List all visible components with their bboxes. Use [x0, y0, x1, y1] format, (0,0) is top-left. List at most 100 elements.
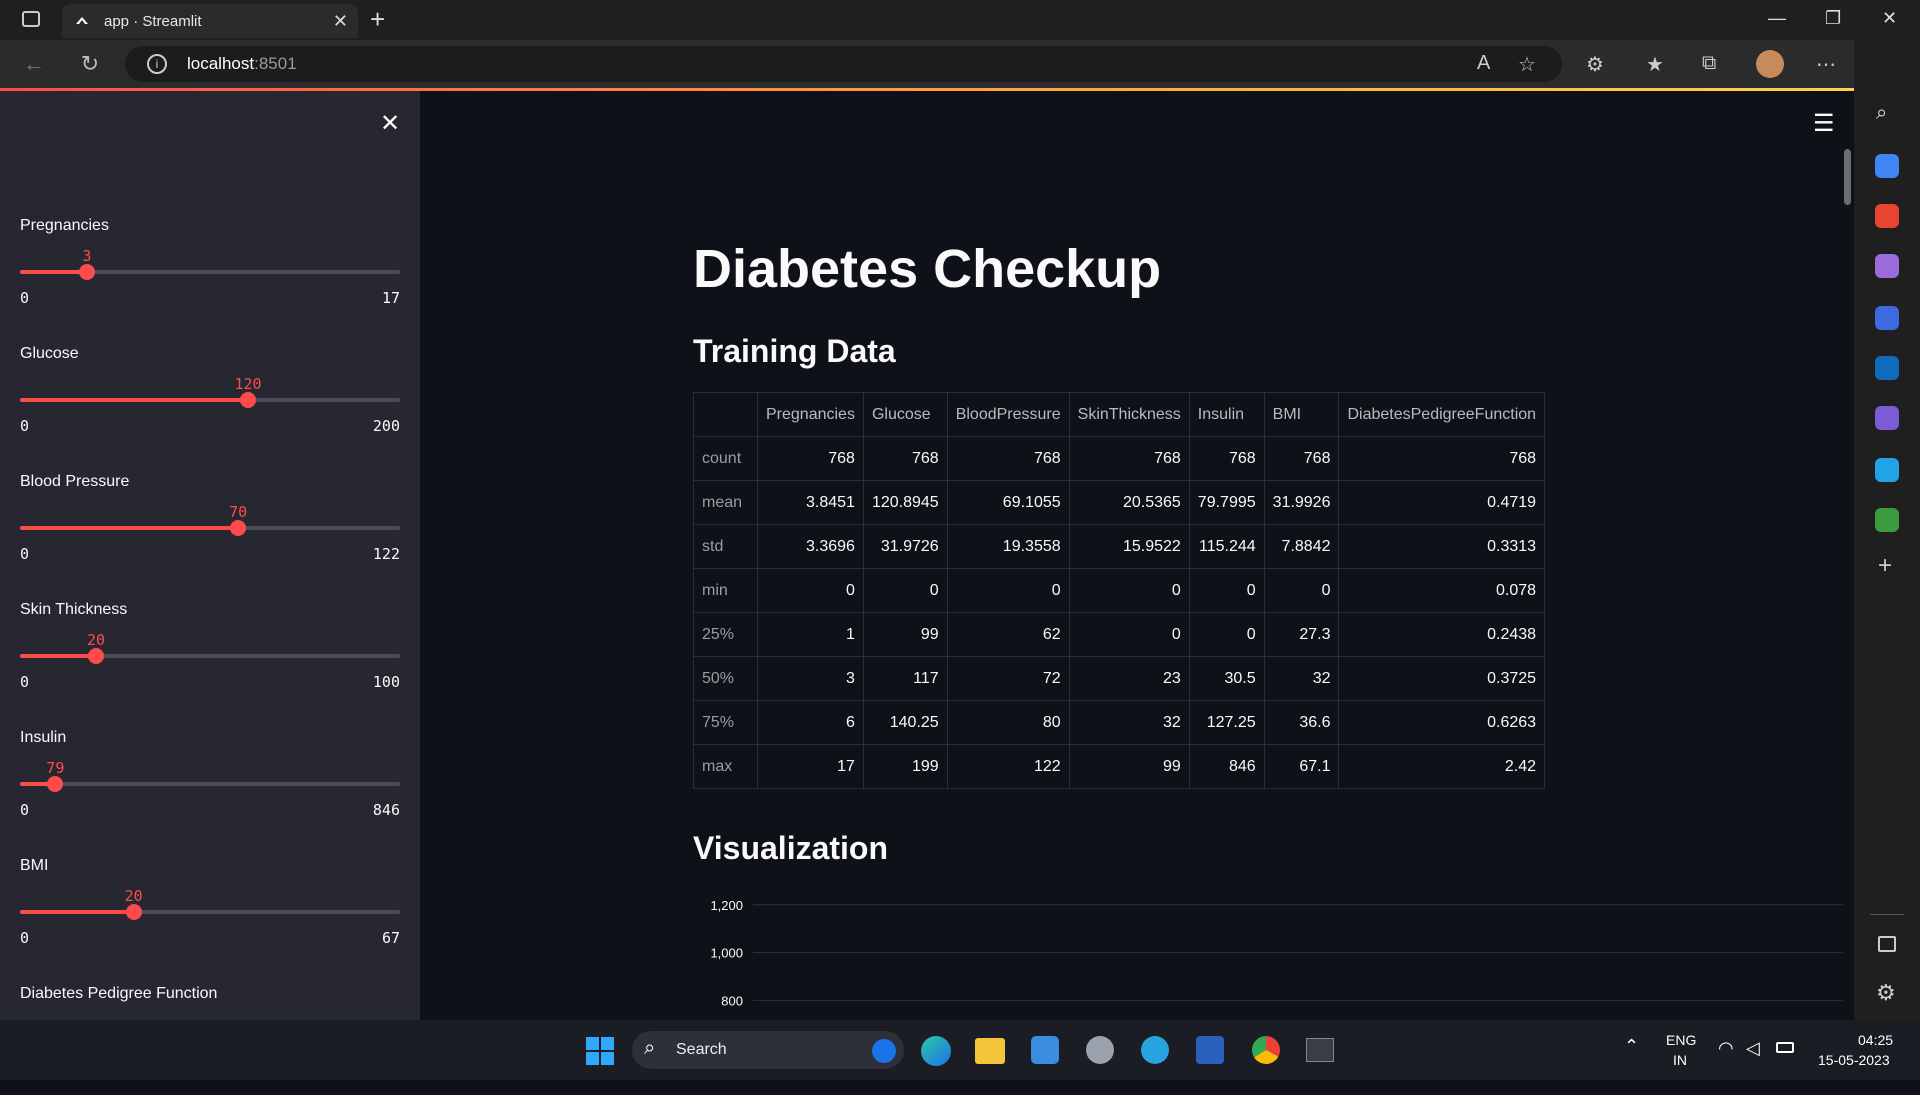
table-cell: 768 — [1068, 436, 1190, 481]
table-cell: 99 — [1068, 744, 1190, 789]
start-icon[interactable] — [586, 1037, 614, 1065]
slider-glucose[interactable]: Glucose 120 0 200 — [20, 345, 400, 455]
slider-skin-thickness[interactable]: Skin Thickness 20 0 100 — [20, 601, 400, 711]
site-info-icon[interactable]: i — [147, 54, 167, 74]
table-cell: 32 — [1263, 656, 1340, 701]
column-header[interactable]: DiabetesPedigreeFunction — [1338, 392, 1546, 437]
file-explorer-icon[interactable] — [975, 1038, 1005, 1064]
browser-tab[interactable]: app · Streamlit ✕ — [62, 4, 358, 38]
favorite-add-icon[interactable]: ☆ — [1518, 52, 1536, 77]
slider-bmi[interactable]: BMI 20 0 67 — [20, 857, 400, 967]
volume-icon[interactable]: ◁ — [1746, 1038, 1760, 1059]
slider-track[interactable] — [20, 648, 400, 664]
tab-close-icon[interactable]: ✕ — [333, 11, 348, 32]
store-icon[interactable] — [1031, 1036, 1059, 1064]
back-icon[interactable]: ← — [20, 50, 48, 78]
tree-icon[interactable] — [1875, 508, 1899, 532]
table-cell: 0.078 — [1338, 568, 1546, 613]
taskbar-search[interactable]: ⌕ Search — [632, 1031, 904, 1069]
slider-value: 120 — [234, 375, 262, 393]
table-cell: 67.1 — [1263, 744, 1340, 789]
row-index: 75% — [693, 700, 758, 745]
table-cell: 0.6263 — [1338, 700, 1546, 745]
profile-avatar[interactable] — [1756, 50, 1784, 78]
row-index: std — [693, 524, 758, 569]
close-window-icon[interactable]: ✕ — [1882, 8, 1897, 29]
slider-track[interactable] — [20, 776, 400, 792]
clock-date[interactable]: 15-05-2023 — [1818, 1052, 1890, 1068]
slider-thumb[interactable] — [88, 648, 104, 664]
slider-blood-pressure[interactable]: Blood Pressure 70 0 122 — [20, 473, 400, 583]
slider-insulin[interactable]: Insulin 79 0 846 — [20, 729, 400, 839]
slider-track[interactable] — [20, 520, 400, 536]
close-sidebar-icon[interactable]: ✕ — [380, 109, 400, 138]
favorites-icon[interactable]: ★ — [1646, 52, 1664, 77]
slider-track[interactable] — [20, 264, 400, 280]
wifi-icon[interactable]: ◠ — [1718, 1038, 1734, 1059]
more-menu-icon[interactable]: ⋯ — [1816, 52, 1836, 77]
column-header[interactable]: Glucose — [862, 392, 948, 437]
read-aloud-icon[interactable]: A — [1477, 52, 1490, 75]
slider-track[interactable] — [20, 392, 400, 408]
games-icon[interactable] — [1875, 254, 1899, 278]
designer-icon[interactable] — [1875, 406, 1899, 430]
slider-value: 20 — [124, 887, 143, 905]
streamlit-sidebar: ✕ Pregnancies 3 0 17 Glucose 120 0 200 Blood Pre… — [0, 91, 420, 1020]
slider-track[interactable] — [20, 904, 400, 920]
minimize-icon[interactable]: — — [1768, 8, 1786, 29]
slider-pregnancies[interactable]: Pregnancies 3 0 17 — [20, 217, 400, 327]
word-icon[interactable] — [1196, 1036, 1224, 1064]
settings-icon[interactable]: ⚙ — [1876, 980, 1896, 1006]
search-icon[interactable]: ⌕ — [1876, 102, 1887, 125]
hamburger-menu-icon[interactable]: ☰ — [1813, 109, 1835, 138]
shopping-icon[interactable] — [1875, 154, 1899, 178]
edge-app-icon[interactable] — [921, 1036, 951, 1066]
language-in[interactable]: IN — [1673, 1052, 1687, 1068]
add-sidebar-app-icon[interactable]: + — [1878, 552, 1892, 580]
settings-app-icon[interactable] — [1086, 1036, 1114, 1064]
collections-icon[interactable]: ⧉ — [1702, 52, 1716, 75]
column-header[interactable]: BloodPressure — [946, 392, 1070, 437]
column-header[interactable]: BMI — [1263, 392, 1340, 437]
slider-label: Diabetes Pedigree Function — [20, 985, 218, 1002]
split-screen-icon[interactable] — [1878, 936, 1896, 952]
slider-thumb[interactable] — [78, 264, 95, 280]
extensions-icon[interactable]: ⚙ — [1586, 52, 1604, 77]
slider-thumb[interactable] — [240, 392, 256, 408]
language-eng[interactable]: ENG — [1666, 1032, 1696, 1048]
telegram-icon[interactable] — [1141, 1036, 1169, 1064]
tools-icon[interactable] — [1875, 204, 1899, 228]
url-bar[interactable]: i localhost:8501 A ☆ — [125, 46, 1562, 82]
clock-time[interactable]: 04:25 — [1858, 1032, 1893, 1048]
chrome-icon[interactable] — [1252, 1036, 1280, 1064]
table-cell: 6 — [757, 700, 864, 745]
slider-value: 3 — [82, 247, 92, 265]
slider-min: 0 — [20, 289, 30, 307]
terminal-icon[interactable] — [1306, 1038, 1334, 1062]
table-cell: 32 — [1068, 700, 1190, 745]
start-pane-icon — [601, 1052, 614, 1065]
slider-fill — [20, 910, 134, 914]
slider-thumb[interactable] — [230, 520, 247, 536]
slider-thumb[interactable] — [47, 776, 64, 792]
refresh-icon[interactable]: ↻ — [76, 50, 104, 78]
show-hidden-icons[interactable]: ⌃ — [1624, 1036, 1639, 1057]
training-data-table[interactable]: Pregnancies Glucose BloodPressure SkinThick… — [693, 392, 1546, 789]
battery-icon[interactable] — [1776, 1042, 1794, 1053]
tab-title: app · Streamlit — [104, 13, 202, 30]
column-header[interactable]: Pregnancies — [757, 392, 864, 437]
table-cell: 3.3696 — [757, 524, 864, 569]
slider-thumb[interactable] — [125, 904, 142, 920]
drop-icon[interactable] — [1875, 458, 1899, 482]
office-icon[interactable] — [1875, 306, 1899, 330]
visualization-heading: Visualization — [693, 830, 889, 866]
column-header[interactable]: Insulin — [1188, 392, 1265, 437]
restore-icon[interactable]: ❐ — [1825, 8, 1841, 29]
table-cell: 2.42 — [1338, 744, 1546, 789]
column-header[interactable]: SkinThickness — [1068, 392, 1190, 437]
tab-actions-icon[interactable] — [22, 11, 40, 27]
new-tab-icon[interactable]: + — [370, 4, 385, 35]
scrollbar[interactable] — [1844, 149, 1851, 205]
column-header[interactable] — [693, 392, 758, 437]
outlook-icon[interactable] — [1875, 356, 1899, 380]
